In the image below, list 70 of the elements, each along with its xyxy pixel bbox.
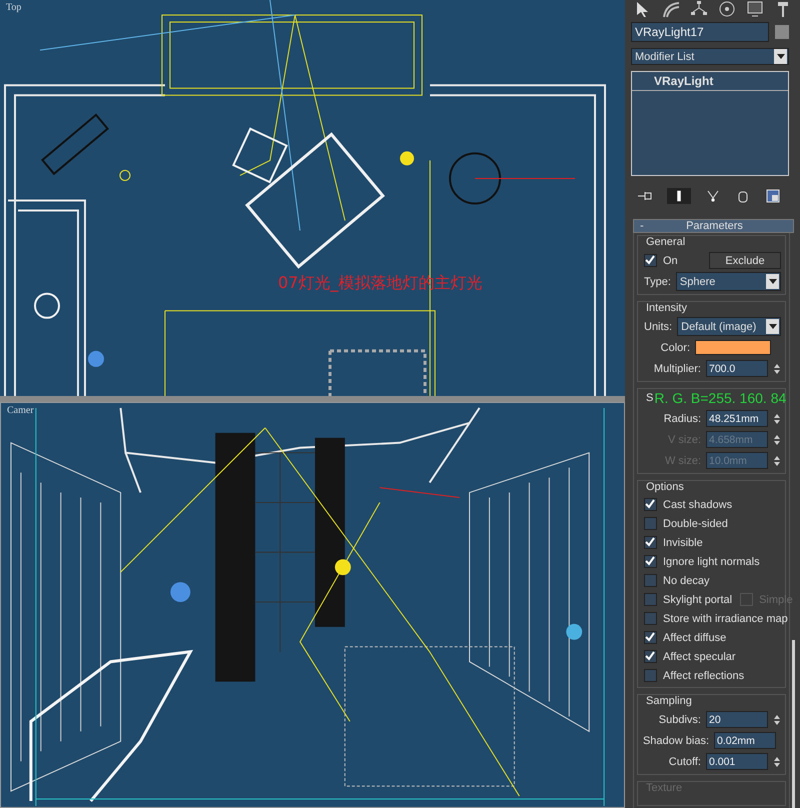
modifier-list-dropdown[interactable]: Modifier List (631, 48, 789, 66)
size-field[interactable]: 48.251mm (706, 410, 768, 427)
checkbox[interactable] (644, 517, 657, 530)
field-label: Type: (644, 276, 671, 288)
checkbox[interactable] (644, 612, 657, 625)
checkbox-label: Affect reflections (663, 670, 744, 682)
configure-icon[interactable] (765, 189, 781, 204)
monitor-icon[interactable] (745, 0, 765, 18)
type-dropdown[interactable]: Sphere (676, 272, 781, 291)
checkbox[interactable] (644, 631, 657, 644)
spinner-icon[interactable] (773, 454, 781, 468)
field-label: Multiplier: (654, 362, 701, 374)
checkbox-label: Cast shadows (663, 498, 732, 510)
spinner-icon[interactable] (773, 712, 781, 726)
arc-icon[interactable] (661, 0, 681, 18)
viewport-label: Camer (7, 405, 34, 416)
field-label: Color: (660, 342, 690, 354)
checkbox[interactable] (644, 254, 657, 267)
color-swatch[interactable] (695, 340, 771, 355)
checkbox[interactable] (644, 669, 657, 682)
checkbox[interactable] (644, 650, 657, 663)
group-title: General (645, 235, 686, 249)
spinner-icon[interactable] (773, 754, 781, 768)
checkbox[interactable] (644, 593, 657, 606)
spinner-icon[interactable] (773, 412, 781, 426)
field-label: Subdivs: (658, 714, 701, 726)
field-label: Units: (644, 320, 672, 332)
object-color-swatch[interactable] (775, 25, 789, 39)
checkbox-label: Affect diffuse (663, 632, 726, 644)
field-label: Shadow bias: (642, 734, 709, 746)
field-label: Cutoff: (668, 756, 701, 768)
sampling-field[interactable]: 0.02mm (714, 732, 776, 749)
multiplier-field[interactable]: 700.0 (706, 360, 768, 377)
scrollbar[interactable] (792, 640, 795, 808)
sampling-field[interactable]: 20 (706, 711, 768, 728)
caret-icon[interactable] (768, 324, 776, 329)
group-title: Options (645, 480, 685, 494)
viewport[interactable]: Camer (0, 402, 625, 808)
spinner-icon[interactable] (773, 432, 781, 446)
sampling-field[interactable]: 0.001 (706, 753, 768, 770)
exclude-button[interactable]: Exclude (709, 252, 781, 269)
rollout-header[interactable]: - Parameters (633, 218, 794, 233)
fork-icon[interactable] (705, 189, 721, 204)
checkbox[interactable] (644, 536, 657, 549)
spinner-icon[interactable] (773, 362, 781, 376)
checkbox-label: Store with irradiance map (663, 612, 788, 624)
checkbox[interactable] (644, 574, 657, 587)
field-label: Radius: (664, 412, 701, 424)
checkbox[interactable] (644, 555, 657, 568)
checkbox-label: Invisible (663, 536, 703, 548)
checkbox-label: Affect specular (663, 650, 736, 662)
caret-icon[interactable] (768, 279, 776, 284)
caret-icon[interactable] (776, 54, 784, 60)
hierarchy-icon[interactable] (689, 0, 709, 18)
end-result-icon[interactable] (667, 188, 691, 204)
checkbox-label: Skylight portal (663, 594, 732, 606)
viewport-label: Top (6, 2, 22, 13)
checkbox-label: Ignore light normals (663, 556, 760, 568)
units-dropdown[interactable]: Default (image) (677, 317, 781, 336)
checkbox-label: No decay (663, 574, 710, 586)
group-title: Intensity (645, 301, 688, 315)
checkbox-label: On (663, 254, 678, 266)
group-title: S (645, 392, 654, 404)
object-name-field[interactable]: VRayLight17 (631, 22, 769, 42)
annotation-text: R. G. B=255. 160. 84 (654, 390, 786, 406)
checkbox[interactable] (644, 498, 657, 511)
group-title: Sampling (645, 694, 693, 708)
checkbox-label: Double-sided (663, 518, 728, 530)
modifier-stack-item[interactable]: VRayLight (632, 72, 788, 92)
wheel-icon[interactable] (717, 0, 737, 18)
